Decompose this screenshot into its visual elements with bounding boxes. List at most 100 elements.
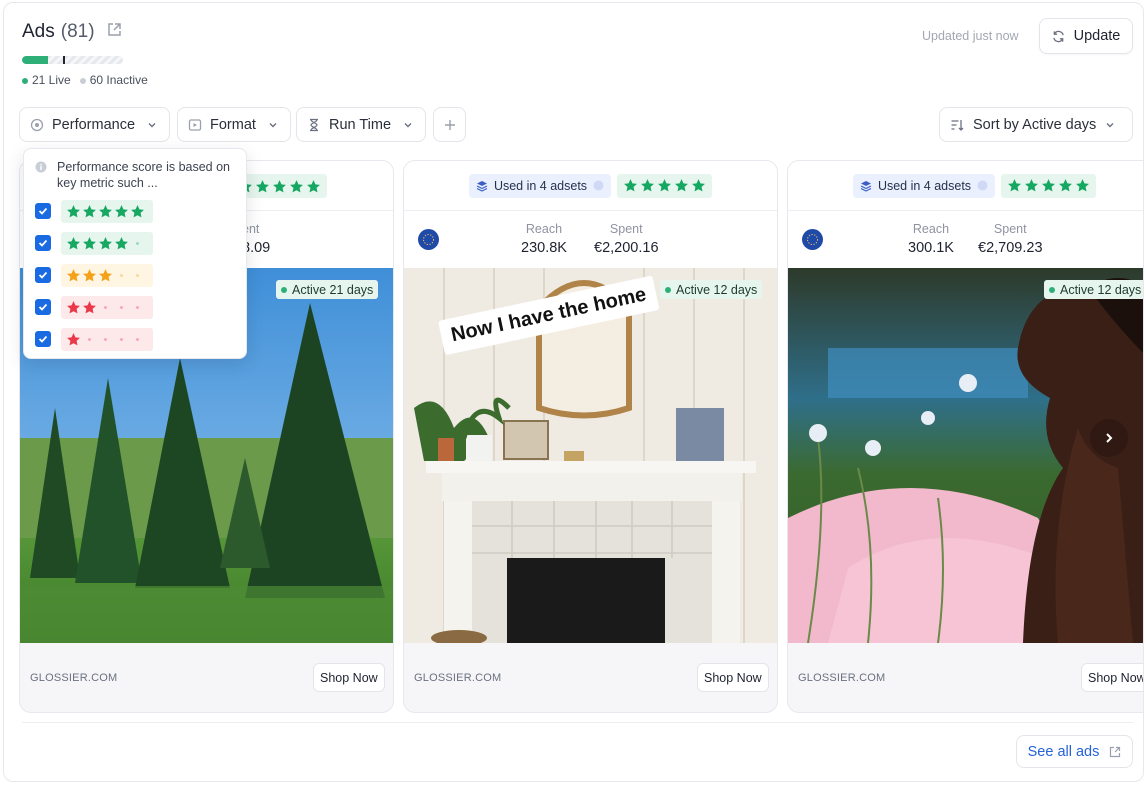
progress-divider (63, 56, 65, 64)
footer-divider (22, 722, 1133, 723)
star-icon (67, 268, 80, 281)
rating-stars (1001, 173, 1097, 198)
performance-option-5[interactable] (35, 199, 235, 223)
layers-icon (476, 180, 488, 192)
reach-label: Reach (525, 222, 563, 236)
check-icon (38, 239, 48, 247)
active-dot-icon (281, 286, 287, 293)
star-icon (83, 236, 96, 249)
performance-option-1[interactable] (35, 327, 235, 351)
star-icon (290, 179, 303, 192)
spent-label: Spent (609, 222, 643, 236)
live-count: 21 Live (32, 73, 71, 87)
shop-now-button[interactable]: Shop Now (1081, 663, 1143, 692)
hourglass-icon (310, 118, 318, 131)
sort-button[interactable]: Sort by Active days (939, 107, 1133, 142)
filter-performance[interactable]: Performance (19, 107, 171, 142)
chevron-down-icon (269, 122, 277, 127)
star-icon (658, 179, 671, 192)
check-icon (38, 303, 48, 311)
ads-panel: Ads (81) 21 Live 60 Inactive Updated jus… (3, 2, 1144, 782)
spent-value: €2,200.16 (594, 240, 659, 256)
option-stars (61, 231, 153, 255)
card-footer: GLOSSIER.COM Shop Now (20, 643, 393, 712)
filter-run-time[interactable]: Run Time (296, 107, 427, 142)
reach-stat: Reach 230.8K (521, 222, 567, 256)
option-checkbox[interactable] (35, 331, 51, 347)
active-days: Active 21 days (292, 282, 374, 297)
performance-option-4[interactable] (35, 231, 235, 255)
performance-option-2[interactable] (35, 295, 235, 319)
active-badge: Active 12 days (660, 280, 763, 299)
option-checkbox[interactable] (35, 235, 51, 251)
adsets-label: Used in 4 adsets (877, 178, 972, 193)
inactive-legend: 60 Inactive (79, 73, 148, 87)
active-days: Active 12 days (676, 282, 758, 297)
star-icon (1042, 179, 1055, 192)
shop-now-button[interactable]: Shop Now (313, 663, 385, 692)
empty-star-icon (136, 305, 139, 309)
ad-card[interactable]: Used in 4 adsets Reach 230.8K Spent €2,2… (403, 160, 778, 713)
empty-star-icon (136, 241, 139, 245)
star-icon (67, 300, 80, 313)
star-icon (1059, 179, 1072, 192)
woman-portrait-photo[interactable]: Active 12 days (788, 268, 1143, 643)
star-icon (115, 236, 128, 249)
reach-stat: Reach 300.1K (908, 222, 954, 256)
empty-star-icon (104, 337, 107, 341)
active-badge: Active 21 days (276, 280, 379, 299)
check-icon (38, 335, 48, 343)
star-icon (692, 179, 705, 192)
plus-icon (444, 119, 455, 130)
star-icon (1076, 179, 1089, 192)
update-label: Update (1073, 28, 1121, 44)
rating-stars (617, 173, 713, 198)
filter-format[interactable]: Format (177, 107, 291, 142)
reach-value: 300.1K (908, 240, 954, 256)
reach-value: 230.8K (521, 240, 567, 256)
update-button[interactable]: Update (1039, 18, 1133, 54)
option-checkbox[interactable] (35, 203, 51, 219)
add-filter-button[interactable] (433, 107, 466, 142)
filter-label: Format (210, 116, 256, 133)
info-icon (593, 180, 604, 191)
title-text: Ads (22, 21, 55, 42)
card-header: Used in 4 adsets (404, 161, 777, 211)
status-legend: 21 Live 60 Inactive (22, 73, 148, 87)
ad-domain: GLOSSIER.COM (798, 672, 886, 684)
star-icon (67, 332, 80, 345)
inactive-dot-icon (79, 77, 86, 84)
filter-label: Run Time (329, 116, 392, 133)
ad-domain: GLOSSIER.COM (30, 672, 118, 684)
performance-dropdown: Performance score is based on key metric… (23, 148, 247, 359)
live-progress-bar (22, 56, 123, 64)
see-all-ads-button[interactable]: See all ads (1016, 735, 1133, 768)
check-icon (38, 271, 48, 279)
sort-label: Sort by Active days (973, 116, 1097, 133)
shop-now-button[interactable]: Shop Now (697, 663, 769, 692)
next-arrow-button[interactable] (1090, 419, 1128, 457)
check-icon (38, 207, 48, 215)
option-checkbox[interactable] (35, 267, 51, 283)
option-stars (61, 263, 153, 287)
refresh-icon (1052, 30, 1064, 42)
info-icon (35, 161, 47, 173)
card-stats: Reach 230.8K Spent €2,200.16 (404, 211, 777, 268)
chevron-down-icon (1106, 122, 1114, 127)
live-dot-icon (22, 77, 28, 84)
option-checkbox[interactable] (35, 299, 51, 315)
star-icon (273, 179, 286, 192)
external-link-icon[interactable] (107, 21, 122, 43)
sort-icon (951, 119, 964, 131)
star-icon (641, 179, 654, 192)
fireplace-photo[interactable]: Now I have the home Active 12 days (404, 268, 777, 643)
updated-status: Updated just now (922, 29, 1019, 43)
filter-label: Performance (52, 116, 136, 133)
option-stars (61, 327, 153, 351)
option-stars (61, 295, 153, 319)
adsets-badge: Used in 4 adsets (852, 173, 996, 198)
star-icon (83, 300, 96, 313)
star-icon (99, 236, 112, 249)
performance-option-3[interactable] (35, 263, 235, 287)
empty-star-icon (120, 305, 123, 309)
